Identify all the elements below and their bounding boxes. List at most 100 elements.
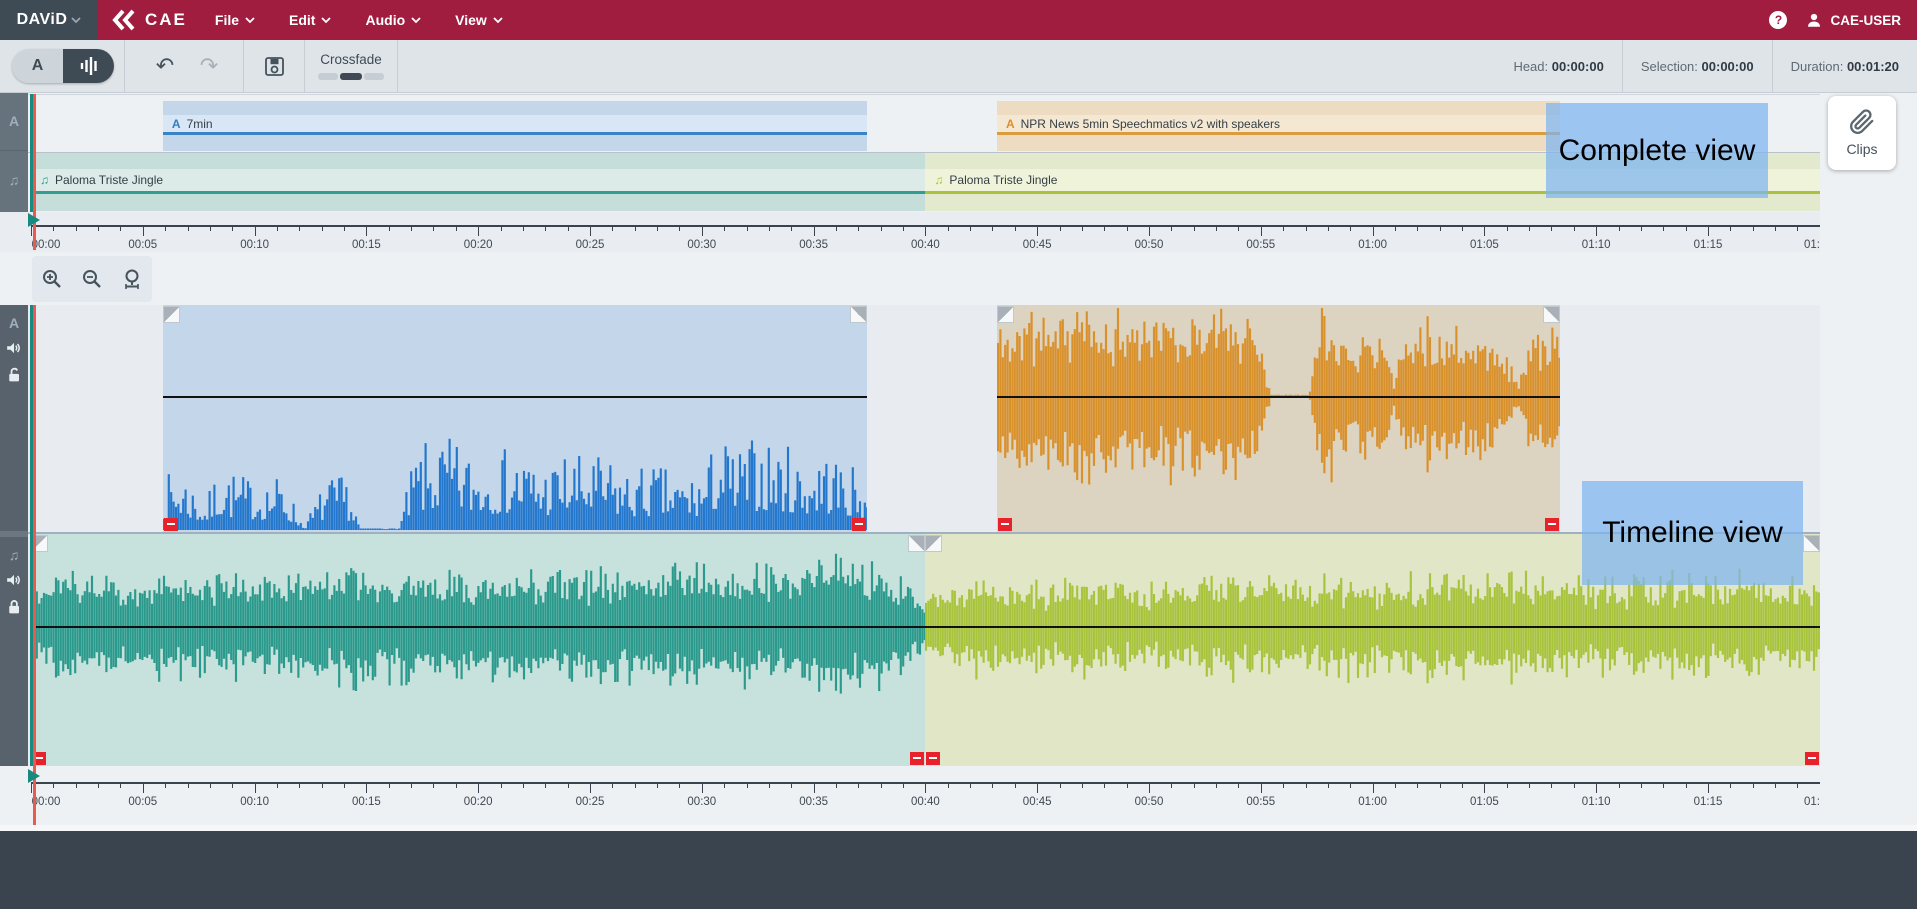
ruler-tick [545,227,546,231]
clips-panel-button[interactable]: Clips [1828,96,1896,170]
fade-marker-right[interactable] [1545,518,1559,531]
speaker-icon[interactable] [0,573,28,592]
ruler-tick [836,227,837,231]
ruler-tick [389,784,390,788]
transport-bar: -60 -30 -12 -6 -3 0 [0,831,1917,909]
toolbar: A ↶ ↷ Crossfade [0,40,1917,93]
lock-open-icon[interactable] [0,367,28,388]
clip-trim-handle-right[interactable] [1543,306,1560,323]
save-button[interactable] [252,44,296,88]
crossfade-button[interactable]: Crossfade [305,40,397,92]
clip-trim-handle-right[interactable] [1803,535,1820,552]
ruler-label: 01:15 [1694,796,1723,808]
ruler-tick [791,784,792,788]
menu-edit[interactable]: Edit [289,12,331,28]
ruler-label: 00:20 [464,239,493,251]
clip-trim-handle-left[interactable] [925,535,942,552]
ruler-tick [1082,784,1083,788]
overview-clip-label: A7min [172,115,213,132]
ruler-tick [1015,227,1016,231]
undo-button[interactable]: ↶ [143,44,187,88]
ruler-tick [31,784,32,793]
timeline-clip-region[interactable] [997,305,1560,532]
ruler-tick [1171,784,1172,788]
redo-button[interactable]: ↷ [187,44,231,88]
ruler-label: 00:25 [576,796,605,808]
clip-band [31,153,925,169]
ruler-tick [1708,784,1709,793]
ruler-tick [747,227,748,231]
ruler-tick [1306,784,1307,788]
menu-edit-label: Edit [289,12,315,28]
menu-audio[interactable]: Audio [365,12,421,28]
zoom-in-icon[interactable] [41,268,63,290]
ruler-tick [568,227,569,231]
timeline-clip-region[interactable] [31,534,925,766]
ruler-label: 00:40 [911,239,940,251]
timeline-clip-region[interactable] [163,305,867,532]
fade-marker-left[interactable] [926,752,940,765]
timeline-playhead-flag[interactable] [28,769,40,783]
menu-view[interactable]: View [455,12,503,28]
overview-clip[interactable]: ♫Paloma Triste Jingle [31,153,925,211]
menu-view-label: View [455,12,487,28]
david-logo[interactable]: DAViD [0,0,98,40]
fade-marker-left[interactable] [998,518,1012,531]
ruler-tick [1350,227,1351,231]
ruler-label: 00:40 [911,796,940,808]
ruler-tick [1797,227,1798,231]
ruler-tick [76,784,77,788]
clip-trim-handle-left[interactable] [997,306,1014,323]
ruler-tick [322,227,323,231]
callout-complete-view-text: Complete view [1559,134,1756,168]
fade-marker-right[interactable] [1805,752,1819,765]
clip-trim-handle-left[interactable] [163,306,180,323]
gain-line[interactable] [997,396,1560,398]
lock-closed-icon[interactable] [0,599,28,620]
menu-file[interactable]: File [215,12,255,28]
gain-line[interactable] [163,396,867,398]
ruler-tick [232,227,233,231]
ruler-tick [210,784,211,788]
ruler-label: 01:10 [1582,239,1611,251]
overview-clip-label: ♫Paloma Triste Jingle [40,169,163,191]
ruler-tick [53,784,54,788]
overview-playhead-flag[interactable] [28,213,40,227]
ruler-tick [1507,784,1508,788]
overview-clip[interactable]: A7min [163,101,867,151]
overview-track-a-icon[interactable]: A [0,113,28,131]
fade-marker-right[interactable] [910,752,924,765]
ruler-tick [31,227,32,236]
waveform-mode-button[interactable] [63,49,114,83]
ruler-label: 00:50 [1135,239,1164,251]
clip-trim-handle-right[interactable] [908,535,925,552]
timeline-ruler[interactable]: 00:0000:0500:1000:1500:2000:2500:3000:35… [0,768,1820,825]
gain-line[interactable] [31,626,1820,628]
fade-marker-right[interactable] [852,518,866,531]
timeline-cursor-line[interactable] [33,305,36,825]
zoom-out-icon[interactable] [81,268,103,290]
speaker-icon[interactable] [0,341,28,360]
ruler-label: 00:30 [687,796,716,808]
menu-bar: DAViD CAE File Edit Audio V [0,0,1917,40]
ruler-label: 00:05 [128,239,157,251]
overview-track-music-icon[interactable]: ♫ [0,172,28,190]
ruler-tick [1127,784,1128,788]
ruler-tick [992,784,993,788]
clip-trim-handle-right[interactable] [850,306,867,323]
overview-clip[interactable]: ANPR News 5min Speechmatics v2 with spea… [997,101,1560,151]
zoom-fit-icon[interactable] [121,268,143,290]
timeline-tracks[interactable] [28,305,1820,766]
user-menu[interactable]: CAE-USER [1805,11,1901,29]
overview-timeline-ruler[interactable]: 00:0000:0500:1000:1500:2000:2500:3000:35… [0,212,1820,252]
ruler-tick [1149,227,1150,236]
fade-marker-left[interactable] [164,518,178,531]
selection-value: 00:00:00 [1702,59,1754,74]
text-mode-button[interactable]: A [12,49,63,83]
ruler-tick [1104,784,1105,788]
paperclip-icon [1849,109,1875,135]
app-name: CAE [145,10,187,30]
help-icon[interactable]: ? [1769,11,1787,29]
crossfade-indicator [318,73,384,80]
ruler-label: 00:10 [240,796,269,808]
